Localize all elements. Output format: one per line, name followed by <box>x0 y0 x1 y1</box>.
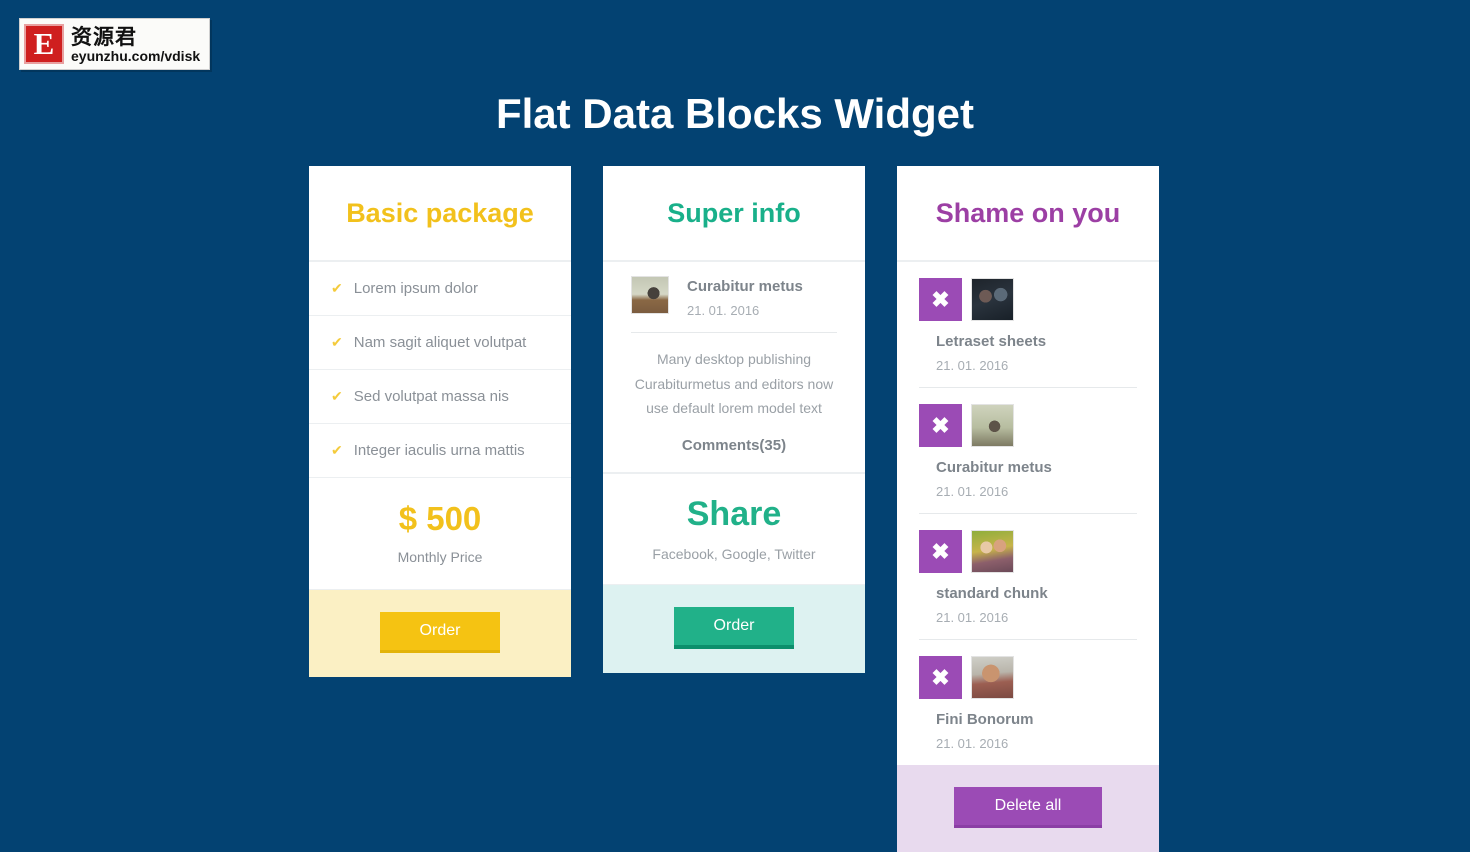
post-excerpt: Many desktop publishing Curabiturmetus a… <box>634 351 834 416</box>
card-basic-footer: Order <box>309 590 571 677</box>
price-amount: $ 500 <box>398 500 482 537</box>
shame-item-top: ✖ <box>919 656 1137 699</box>
price-box: $ 500 Monthly Price <box>309 478 571 590</box>
post-meta: Curabitur metus 21. 01. 2016 <box>687 276 803 318</box>
shame-item-name: standard chunk <box>936 585 1048 602</box>
check-icon: ✔ <box>331 334 343 350</box>
delete-icon[interactable]: ✖ <box>919 404 962 447</box>
card-shame-title: Shame on you <box>897 166 1159 262</box>
shame-thumbnail <box>971 656 1014 699</box>
watermark-text: 资源君 eyunzhu.com/vdisk <box>71 25 200 64</box>
check-icon: ✔ <box>331 388 343 404</box>
watermark-badge-letter: E <box>24 24 64 64</box>
card-super-info: Super info Curabitur metus 21. 01. 2016 … <box>603 166 865 673</box>
share-networks[interactable]: Facebook, Google, Twitter <box>613 546 855 562</box>
feature-label: Integer iaculis urna mattis <box>353 442 525 459</box>
order-button-basic[interactable]: Order <box>380 612 500 653</box>
delete-icon[interactable]: ✖ <box>919 530 962 573</box>
list-item: ✖ Letraset sheets 21. 01. 2016 <box>919 262 1137 388</box>
card-shame-on-you: Shame on you ✖ Letraset sheets 21. 01. 2… <box>897 166 1159 852</box>
list-item: ✔ Integer iaculis urna mattis <box>309 424 571 478</box>
shame-item-top: ✖ <box>919 404 1137 447</box>
shame-thumbnail <box>971 404 1014 447</box>
photo-night-couple-image <box>972 279 1013 320</box>
shame-item-date: 21. 01. 2016 <box>936 358 1009 373</box>
photo-office-image <box>632 277 668 313</box>
shame-item-top: ✖ <box>919 530 1137 573</box>
feature-label: Lorem ipsum dolor <box>353 280 478 297</box>
photo-man-image <box>972 657 1013 698</box>
list-item: ✔ Sed volutpat massa nis <box>309 370 571 424</box>
page-title: Flat Data Blocks Widget <box>495 90 975 138</box>
shame-item-date: 21. 01. 2016 <box>936 484 1009 499</box>
order-button-super[interactable]: Order <box>674 606 794 649</box>
feature-label: Nam sagit aliquet volutpat <box>353 334 527 351</box>
price-label: Monthly Price <box>397 549 483 565</box>
shame-item-date: 21. 01. 2016 <box>936 610 1009 625</box>
card-super-footer: Order <box>603 584 865 673</box>
photo-kids-image <box>972 531 1013 572</box>
post-thumbnail <box>631 276 669 314</box>
delete-icon[interactable]: ✖ <box>919 656 962 699</box>
delete-icon[interactable]: ✖ <box>919 278 962 321</box>
shame-thumbnail <box>971 278 1014 321</box>
watermark-logo: E 资源君 eyunzhu.com/vdisk <box>19 18 210 70</box>
feature-label: Sed volutpat massa nis <box>353 388 509 405</box>
list-item: ✔ Nam sagit aliquet volutpat <box>309 316 571 370</box>
card-basic-package: Basic package ✔ Lorem ipsum dolor ✔ Nam sa… <box>309 166 571 677</box>
share-box: Share Facebook, Google, Twitter <box>603 474 865 585</box>
shame-item-name: Curabitur metus <box>936 459 1052 476</box>
delete-all-button[interactable]: Delete all <box>954 787 1102 828</box>
shame-item-top: ✖ <box>919 278 1137 321</box>
shame-item-name: Letraset sheets <box>936 333 1047 350</box>
shame-thumbnail <box>971 530 1014 573</box>
shame-list: ✖ Letraset sheets 21. 01. 2016 ✖ Curabit… <box>897 262 1159 765</box>
watermark-url: eyunzhu.com/vdisk <box>71 47 201 64</box>
check-icon: ✔ <box>331 280 343 296</box>
list-item: ✖ Curabitur metus 21. 01. 2016 <box>919 388 1137 514</box>
comments-count[interactable]: Comments(35) <box>603 421 865 474</box>
post-date: 21. 01. 2016 <box>687 303 760 318</box>
photo-street-image <box>972 405 1013 446</box>
shame-item-name: Fini Bonorum <box>936 711 1034 728</box>
watermark-chinese-text: 资源君 <box>71 23 137 49</box>
card-super-title: Super info <box>603 166 865 262</box>
share-title: Share <box>686 494 782 533</box>
list-item: ✖ standard chunk 21. 01. 2016 <box>919 514 1137 640</box>
post-row: Curabitur metus 21. 01. 2016 <box>603 262 865 330</box>
shame-item-date: 21. 01. 2016 <box>936 736 1009 751</box>
card-shame-footer: Delete all <box>897 765 1159 852</box>
card-basic-title: Basic package <box>309 166 571 262</box>
check-icon: ✔ <box>331 442 343 458</box>
list-item: ✖ Fini Bonorum 21. 01. 2016 <box>919 640 1137 765</box>
feature-list: ✔ Lorem ipsum dolor ✔ Nam sagit aliquet vo… <box>309 262 571 478</box>
post-title: Curabitur metus <box>687 278 803 295</box>
list-item: ✔ Lorem ipsum dolor <box>309 262 571 316</box>
